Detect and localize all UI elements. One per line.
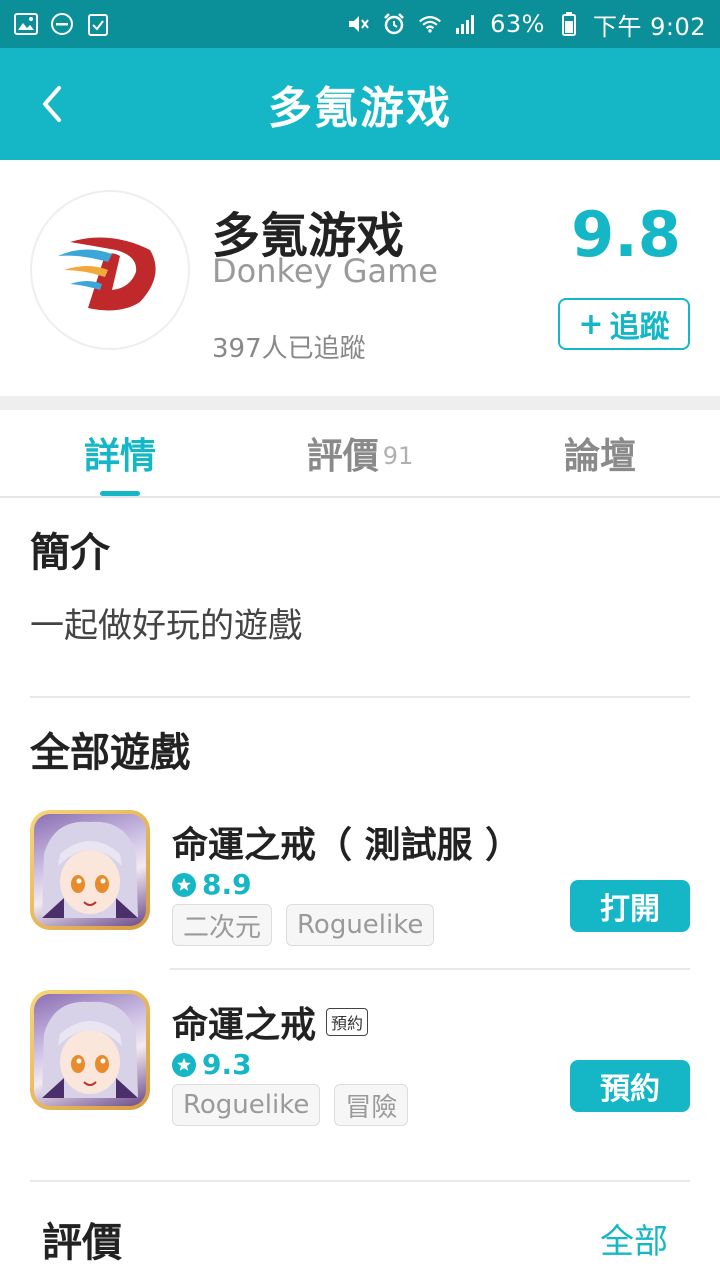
game-rating: 8.9 (172, 868, 252, 901)
developer-logo (30, 190, 190, 350)
game-artwork (34, 814, 146, 926)
reserve-button[interactable]: 預約 (570, 1060, 690, 1112)
game-tags: 二次元 Roguelike (172, 904, 435, 946)
clock: 下午 9:02 (592, 12, 706, 41)
divider (170, 968, 690, 970)
divider (30, 696, 690, 698)
image-icon (14, 12, 38, 36)
active-tab-indicator (100, 491, 140, 496)
star-icon (172, 1052, 196, 1077)
do-not-disturb-icon (50, 12, 74, 36)
status-right-icons: 63% 下午 9:02 (346, 7, 706, 42)
follow-label: 追蹤 (609, 310, 670, 345)
game-tag[interactable]: 二次元 (172, 904, 273, 946)
open-button[interactable]: 打開 (570, 880, 690, 932)
developer-score: 9.8 (571, 198, 681, 271)
divider (30, 1180, 690, 1182)
game-item[interactable]: 命運之戒（ 測試服 ） 8.9 二次元 Roguelike 打開 (30, 810, 690, 970)
battery-icon (557, 12, 581, 36)
tab-bar: 詳情 評價 91 論壇 (0, 410, 720, 498)
game-icon[interactable] (30, 990, 150, 1110)
signal-icon (454, 12, 478, 36)
game-rating-value: 9.3 (202, 1048, 252, 1081)
back-button[interactable] (26, 78, 78, 130)
page-title: 多氪游戏 (268, 83, 452, 134)
games-heading: 全部遊戲 (30, 730, 190, 776)
game-title-text: 命運之戒（ 測試服 ） (172, 825, 522, 866)
game-title-text: 命運之戒 (172, 1005, 317, 1046)
tab-forum[interactable]: 論壇 (480, 410, 720, 496)
section-separator (0, 396, 720, 410)
clipboard-check-icon (86, 12, 110, 36)
battery-percent: 63% (490, 10, 545, 38)
game-title: 命運之戒（ 測試服 ） (172, 816, 521, 868)
star-icon (172, 872, 196, 897)
wifi-icon (418, 12, 442, 36)
top-app-bar: 多氪游戏 (0, 48, 720, 160)
game-title: 命運之戒 預約 (172, 996, 369, 1048)
tab-details[interactable]: 詳情 (0, 410, 240, 496)
game-rating-value: 8.9 (202, 868, 252, 901)
tab-reviews-count: 91 (382, 442, 414, 470)
game-tag[interactable]: Roguelike (172, 1084, 321, 1126)
reviews-heading: 評價 (42, 1220, 122, 1266)
developer-subtitle: Donkey Game (212, 252, 438, 290)
game-item[interactable]: 命運之戒 預約 9.3 Roguelike 冒險 預約 (30, 990, 690, 1150)
tab-forum-label: 論壇 (563, 436, 636, 477)
tab-reviews-label: 評價 (306, 436, 379, 477)
follow-button[interactable]: + 追蹤 (558, 298, 690, 350)
game-icon[interactable] (30, 810, 150, 930)
reservation-badge: 預約 (326, 1008, 369, 1036)
chevron-left-icon (43, 86, 61, 122)
intro-text: 一起做好玩的遊戲 (30, 606, 302, 646)
mute-icon (346, 12, 370, 36)
game-tags: Roguelike 冒險 (172, 1084, 409, 1126)
view-all-reviews-link[interactable]: 全部 (600, 1214, 668, 1263)
intro-heading: 簡介 (30, 530, 110, 576)
follower-count: 397人已追蹤 (212, 334, 366, 364)
game-tag[interactable]: 冒險 (334, 1084, 409, 1126)
game-artwork (34, 994, 146, 1106)
game-rating: 9.3 (172, 1048, 252, 1081)
game-tag[interactable]: Roguelike (286, 904, 435, 946)
donkey-game-logo-icon (58, 237, 156, 311)
alarm-icon (382, 12, 406, 36)
status-bar: 63% 下午 9:02 (0, 0, 720, 48)
plus-icon: + (578, 306, 604, 342)
developer-profile: 多氪游戏 Donkey Game 397人已追蹤 9.8 + 追蹤 (0, 160, 720, 396)
tab-details-label: 詳情 (83, 436, 156, 477)
tab-reviews[interactable]: 評價 91 (240, 410, 480, 496)
status-left-icons (14, 12, 110, 36)
